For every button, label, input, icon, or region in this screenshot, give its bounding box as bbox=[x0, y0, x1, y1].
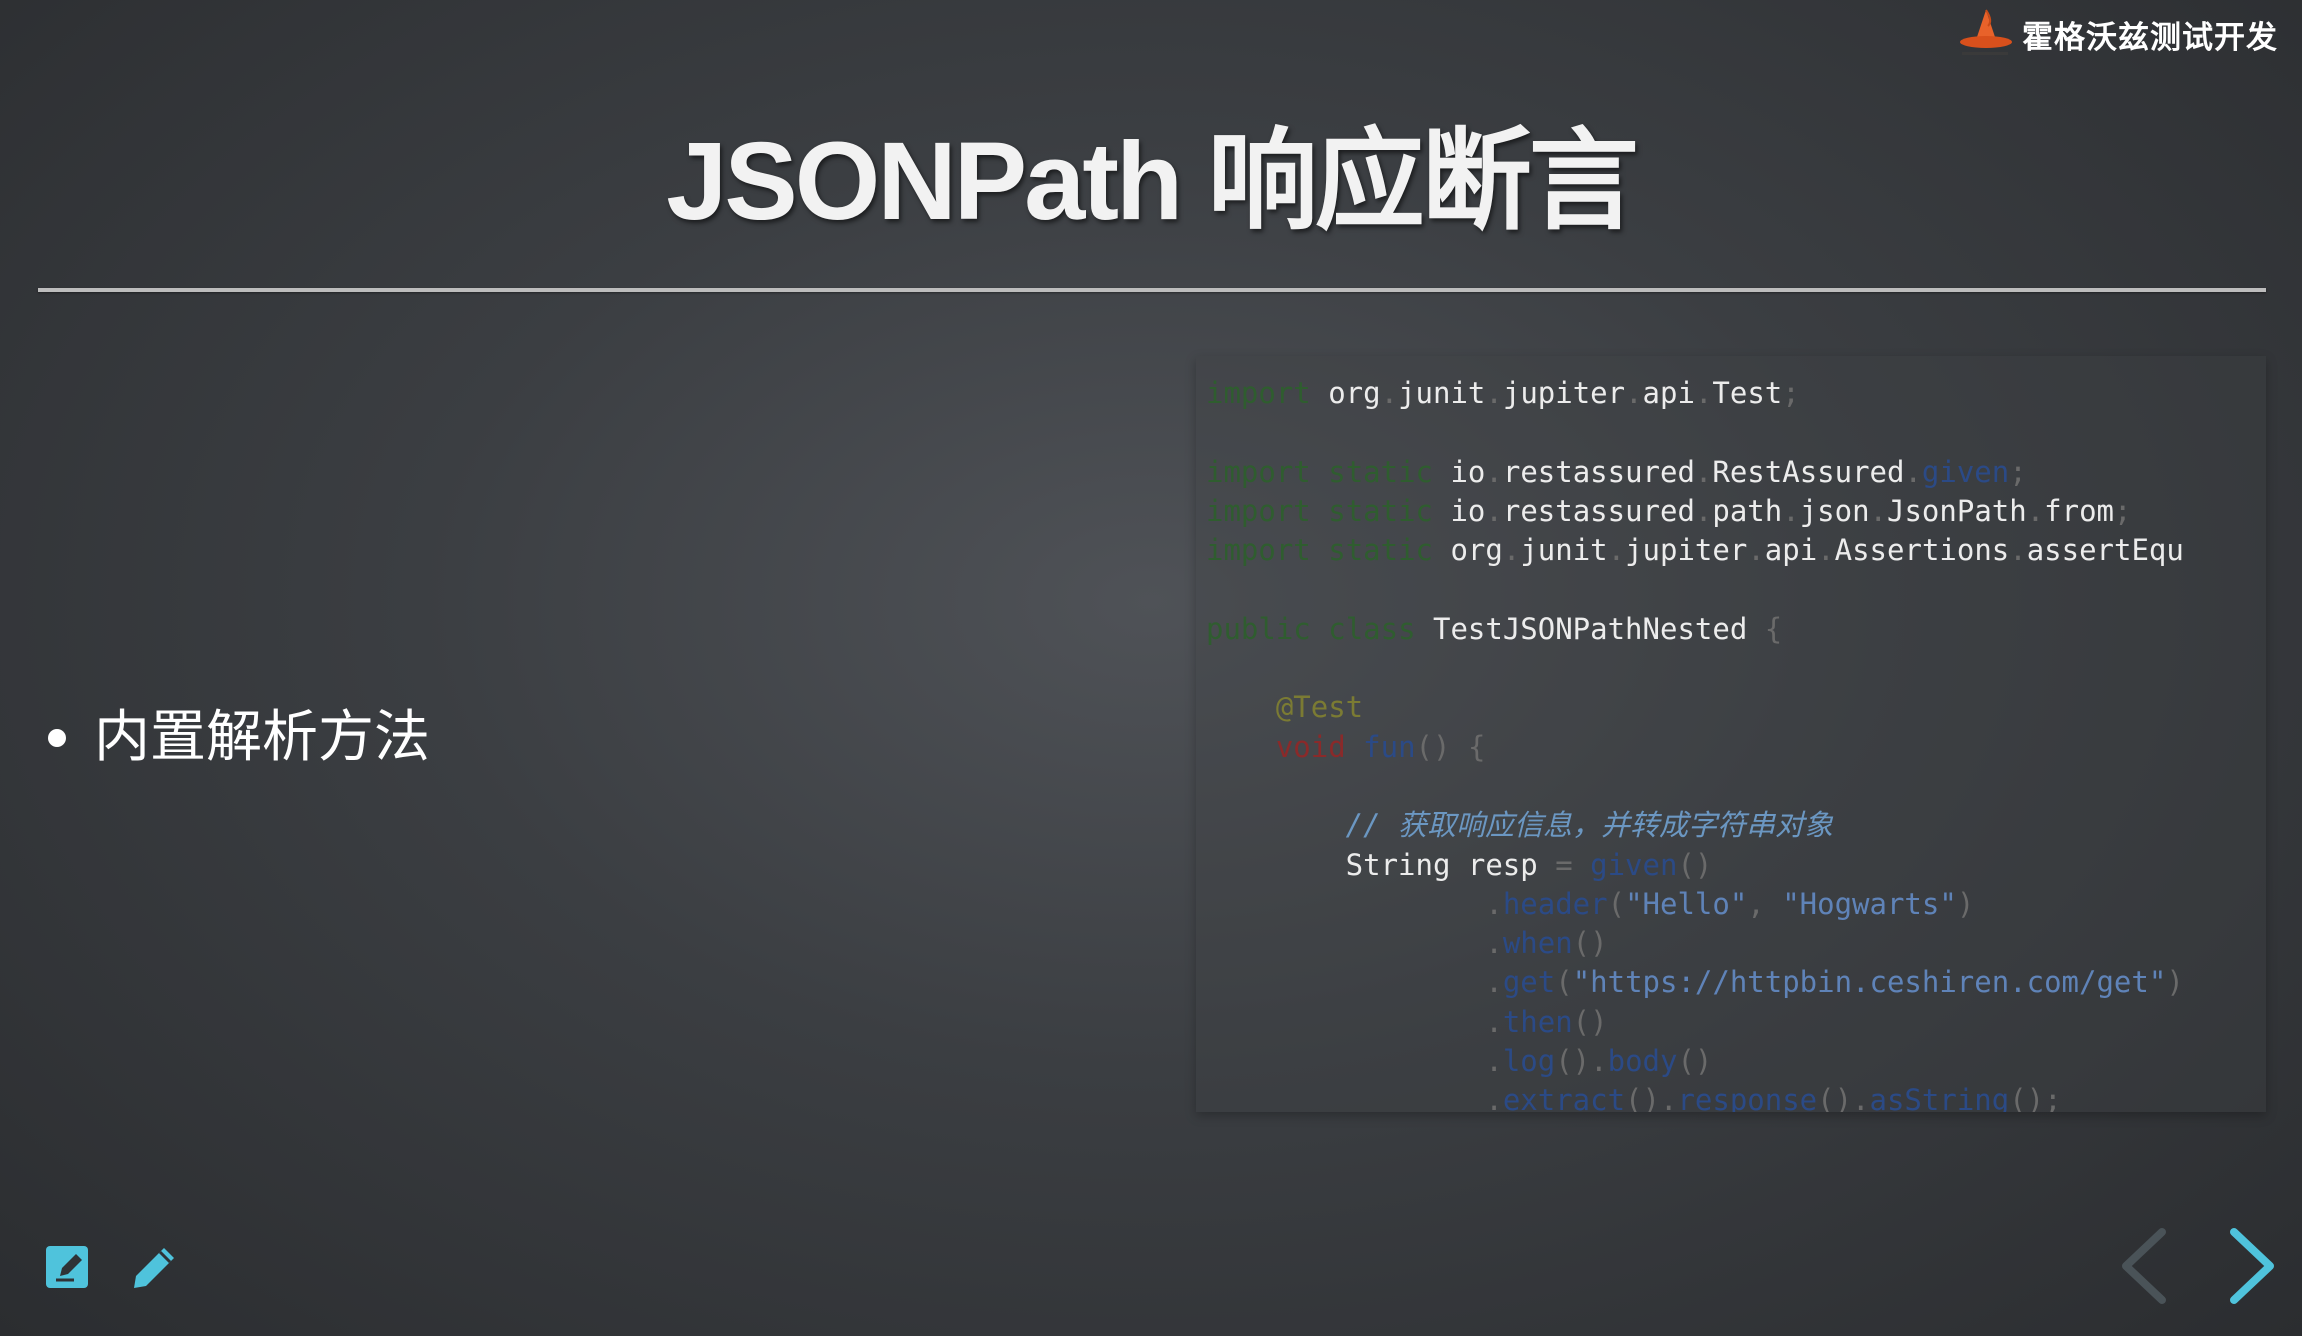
slide-title: JSONPath 响应断言 bbox=[666, 120, 1638, 243]
pencil-icon[interactable] bbox=[126, 1240, 182, 1296]
bullet-text: 内置解析方法 bbox=[94, 705, 430, 770]
chevron-left-icon[interactable] bbox=[2108, 1224, 2178, 1308]
edit-note-icon[interactable] bbox=[44, 1240, 100, 1296]
code-text: import org.junit.jupiter.api.Test; impor… bbox=[1206, 376, 2184, 1112]
chevron-right-icon[interactable] bbox=[2218, 1224, 2288, 1308]
title-divider bbox=[38, 288, 2266, 292]
bullet-dot bbox=[48, 729, 66, 747]
hogwarts-hat-logo bbox=[1960, 9, 2012, 55]
bullet-item: 内置解析方法 bbox=[48, 700, 430, 776]
brand: 霍格沃兹测试开发 bbox=[1956, 8, 2278, 60]
code-block: import org.junit.jupiter.api.Test; impor… bbox=[1196, 356, 2266, 1112]
brand-name: 霍格沃兹测试开发 bbox=[2022, 19, 2278, 56]
